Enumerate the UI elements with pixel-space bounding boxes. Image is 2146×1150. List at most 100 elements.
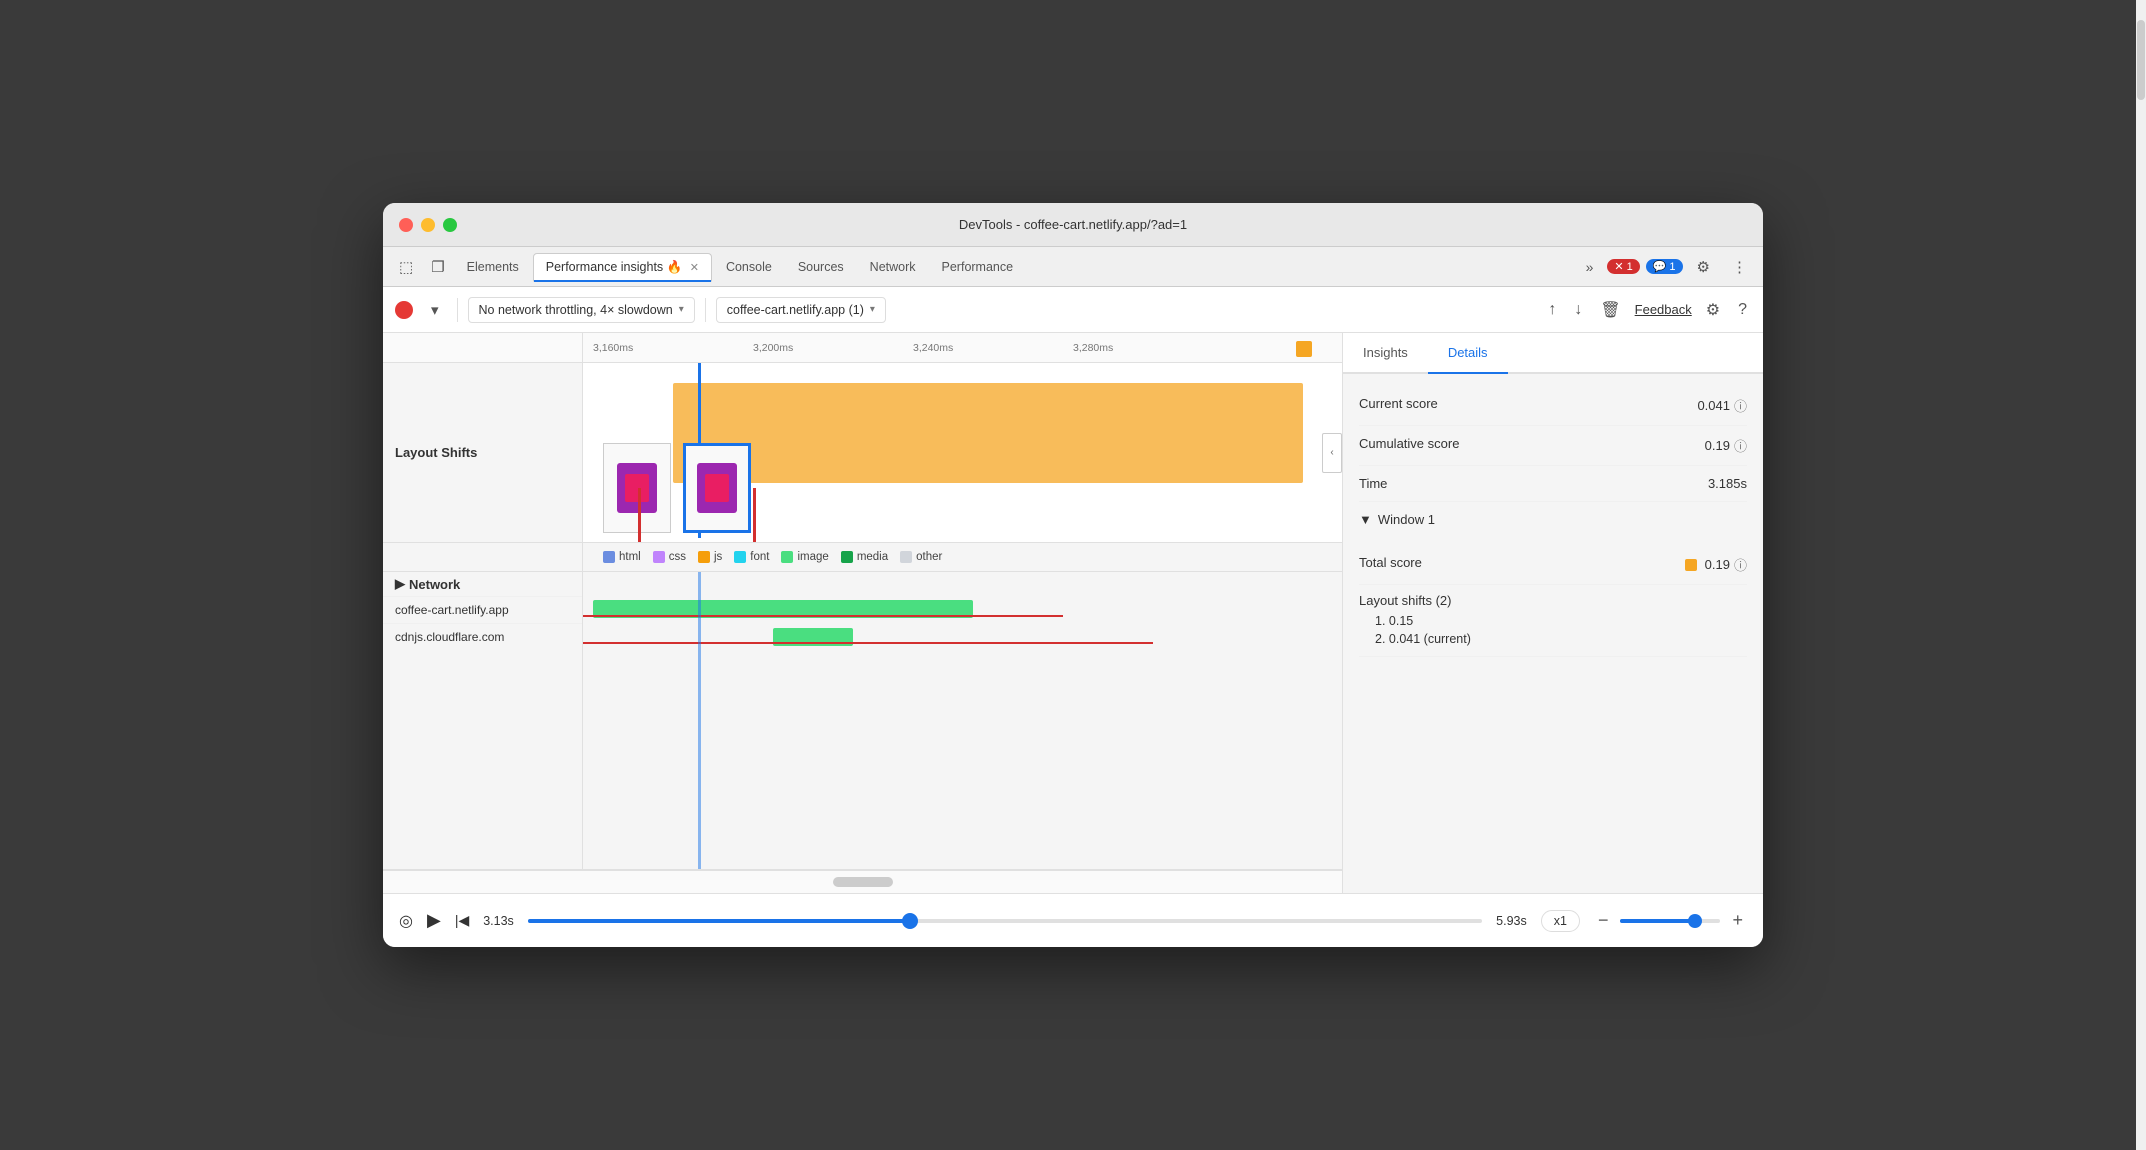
record-button[interactable] xyxy=(395,301,413,319)
eye-icon-btn[interactable]: ◎ xyxy=(399,911,413,931)
ruler-mark-3: 3,240ms xyxy=(913,342,953,354)
total-score-help-icon[interactable]: ⓘ xyxy=(1734,555,1747,574)
settings-toolbar-icon-btn[interactable]: ⚙ xyxy=(1702,296,1724,324)
cursor-icon-btn[interactable]: ⬚ xyxy=(391,254,421,280)
panel-icon-btn[interactable]: ❐ xyxy=(423,254,452,280)
legend-js-dot xyxy=(698,551,710,563)
thumbnail-2-selected[interactable] xyxy=(683,443,751,533)
scrollbar-thumb-h[interactable] xyxy=(833,877,893,887)
left-panel: 3,160ms 3,200ms 3,240ms 3,280ms Layout S… xyxy=(383,333,1343,893)
playback-start-time: 3.13s xyxy=(483,914,514,928)
record-dropdown-arrow[interactable]: ▾ xyxy=(423,297,447,323)
minimize-traffic-light[interactable] xyxy=(421,218,435,232)
tab-overflow-btn[interactable]: » xyxy=(1578,255,1602,279)
playback-slider[interactable] xyxy=(528,911,1482,931)
layout-shifts-content: ‹ xyxy=(583,363,1342,542)
right-panel-content: Current score 0.041 ⓘ Cumulative score 0… xyxy=(1343,374,1763,893)
legend-other: other xyxy=(900,551,942,563)
traffic-lights xyxy=(399,218,457,232)
red-net-hline-1 xyxy=(583,615,1063,617)
tab-performance[interactable]: Performance xyxy=(930,254,1026,280)
devtools-window: DevTools - coffee-cart.netlify.app/?ad=1… xyxy=(383,203,1763,947)
bottom-scroller[interactable] xyxy=(383,870,1342,893)
tab-close-icon[interactable]: ✕ xyxy=(690,262,699,274)
download-icon-btn[interactable]: ↓ xyxy=(1570,297,1586,323)
legend-image: image xyxy=(781,551,828,563)
settings-icon-btn[interactable]: ⚙ xyxy=(1689,254,1718,280)
legend-image-dot xyxy=(781,551,793,563)
legend-html: html xyxy=(603,551,641,563)
network-host-2: cdnjs.cloudflare.com xyxy=(383,624,582,650)
tab-sources[interactable]: Sources xyxy=(786,254,856,280)
titlebar: DevTools - coffee-cart.netlify.app/?ad=1 xyxy=(383,203,1763,247)
legend-font: font xyxy=(734,551,769,563)
zoom-fill xyxy=(1620,919,1695,923)
playback-end-time: 5.93s xyxy=(1496,914,1527,928)
tab-console[interactable]: Console xyxy=(714,254,784,280)
zoom-plus-btn[interactable]: + xyxy=(1728,906,1747,935)
insights-tab[interactable]: Insights xyxy=(1343,333,1428,372)
rewind-button[interactable]: |◀ xyxy=(455,912,469,929)
toolbar-divider-1 xyxy=(457,298,458,322)
blue-cursor-net xyxy=(698,572,701,869)
url-dropdown[interactable]: coffee-cart.netlify.app (1) ▾ xyxy=(716,297,886,323)
layout-shifts-detail-label: Layout shifts (2) xyxy=(1359,593,1747,608)
more-options-icon-btn[interactable]: ⋮ xyxy=(1724,254,1755,280)
network-row: ▶ Network coffee-cart.netlify.app cdnjs.… xyxy=(383,572,1342,870)
main-content: 3,160ms 3,200ms 3,240ms 3,280ms Layout S… xyxy=(383,333,1763,893)
tab-bar: ⬚ ❐ Elements Performance insights 🔥 ✕ Co… xyxy=(383,247,1763,287)
trash-icon-btn[interactable]: 🗑 xyxy=(1596,296,1624,324)
collapse-panel-btn[interactable]: ‹ xyxy=(1322,433,1342,473)
zoom-minus-btn[interactable]: − xyxy=(1594,906,1613,935)
legend-font-dot xyxy=(734,551,746,563)
time-value: 3.185s xyxy=(1708,476,1747,491)
zoom-controls: − + xyxy=(1594,906,1747,935)
legend-media: media xyxy=(841,551,888,563)
tab-network[interactable]: Network xyxy=(858,254,928,280)
timeline-label-spacer xyxy=(383,333,583,362)
toolbar: ▾ No network throttling, 4× slowdown ▾ c… xyxy=(383,287,1763,333)
feedback-button[interactable]: Feedback xyxy=(1635,302,1692,317)
tab-elements[interactable]: Elements xyxy=(455,254,531,280)
zoom-slider[interactable] xyxy=(1620,911,1720,931)
red-vline-1 xyxy=(638,488,641,542)
play-button[interactable]: ▶ xyxy=(427,910,441,931)
cumulative-score-row: Cumulative score 0.19 ⓘ xyxy=(1359,426,1747,466)
upload-icon-btn[interactable]: ↑ xyxy=(1544,297,1560,323)
playback-thumb[interactable] xyxy=(902,913,918,929)
toolbar-right: ↑ ↓ 🗑 Feedback ⚙ ? xyxy=(1544,296,1751,324)
timeline-ruler-header: 3,160ms 3,200ms 3,240ms 3,280ms xyxy=(383,333,1342,363)
current-score-help-icon[interactable]: ⓘ xyxy=(1734,396,1747,415)
throttle-dropdown[interactable]: No network throttling, 4× slowdown ▾ xyxy=(468,297,695,323)
layout-shifts-values: 1. 0.15 2. 0.041 (current) xyxy=(1359,612,1747,648)
legend-media-dot xyxy=(841,551,853,563)
right-panel-tabs: Insights Details xyxy=(1343,333,1763,374)
tab-performance-insights[interactable]: Performance insights 🔥 ✕ xyxy=(533,253,712,282)
time-row: Time 3.185s xyxy=(1359,466,1747,502)
details-tab[interactable]: Details xyxy=(1428,333,1508,374)
ruler-mark-2: 3,200ms xyxy=(753,342,793,354)
info-badge[interactable]: 💬 1 xyxy=(1646,259,1683,274)
orange-shift-bar xyxy=(673,383,1303,483)
speed-button[interactable]: x1 xyxy=(1541,910,1580,932)
zoom-thumb[interactable] xyxy=(1688,914,1702,928)
layout-shift-item-2: 2. 0.041 (current) xyxy=(1359,630,1747,648)
cumulative-score-help-icon[interactable]: ⓘ xyxy=(1734,436,1747,455)
total-score-label: Total score xyxy=(1359,555,1685,570)
close-traffic-light[interactable] xyxy=(399,218,413,232)
current-score-row: Current score 0.041 ⓘ xyxy=(1359,386,1747,426)
current-score-value: 0.041 ⓘ xyxy=(1697,396,1747,415)
zoom-track xyxy=(1620,919,1720,923)
fullscreen-traffic-light[interactable] xyxy=(443,218,457,232)
network-bars-area xyxy=(583,572,1342,869)
total-score-color-swatch xyxy=(1685,559,1697,571)
legend-css: css xyxy=(653,551,686,563)
current-score-label: Current score xyxy=(1359,396,1697,411)
help-icon-btn[interactable]: ? xyxy=(1734,297,1751,323)
red-vline-2 xyxy=(753,488,756,542)
error-badge[interactable]: ✕ 1 xyxy=(1607,259,1639,274)
network-section-label: ▶ Network xyxy=(383,572,582,597)
legend-other-dot xyxy=(900,551,912,563)
right-panel: Insights Details Current score 0.041 ⓘ C… xyxy=(1343,333,1763,893)
thumbnail-1[interactable] xyxy=(603,443,671,533)
